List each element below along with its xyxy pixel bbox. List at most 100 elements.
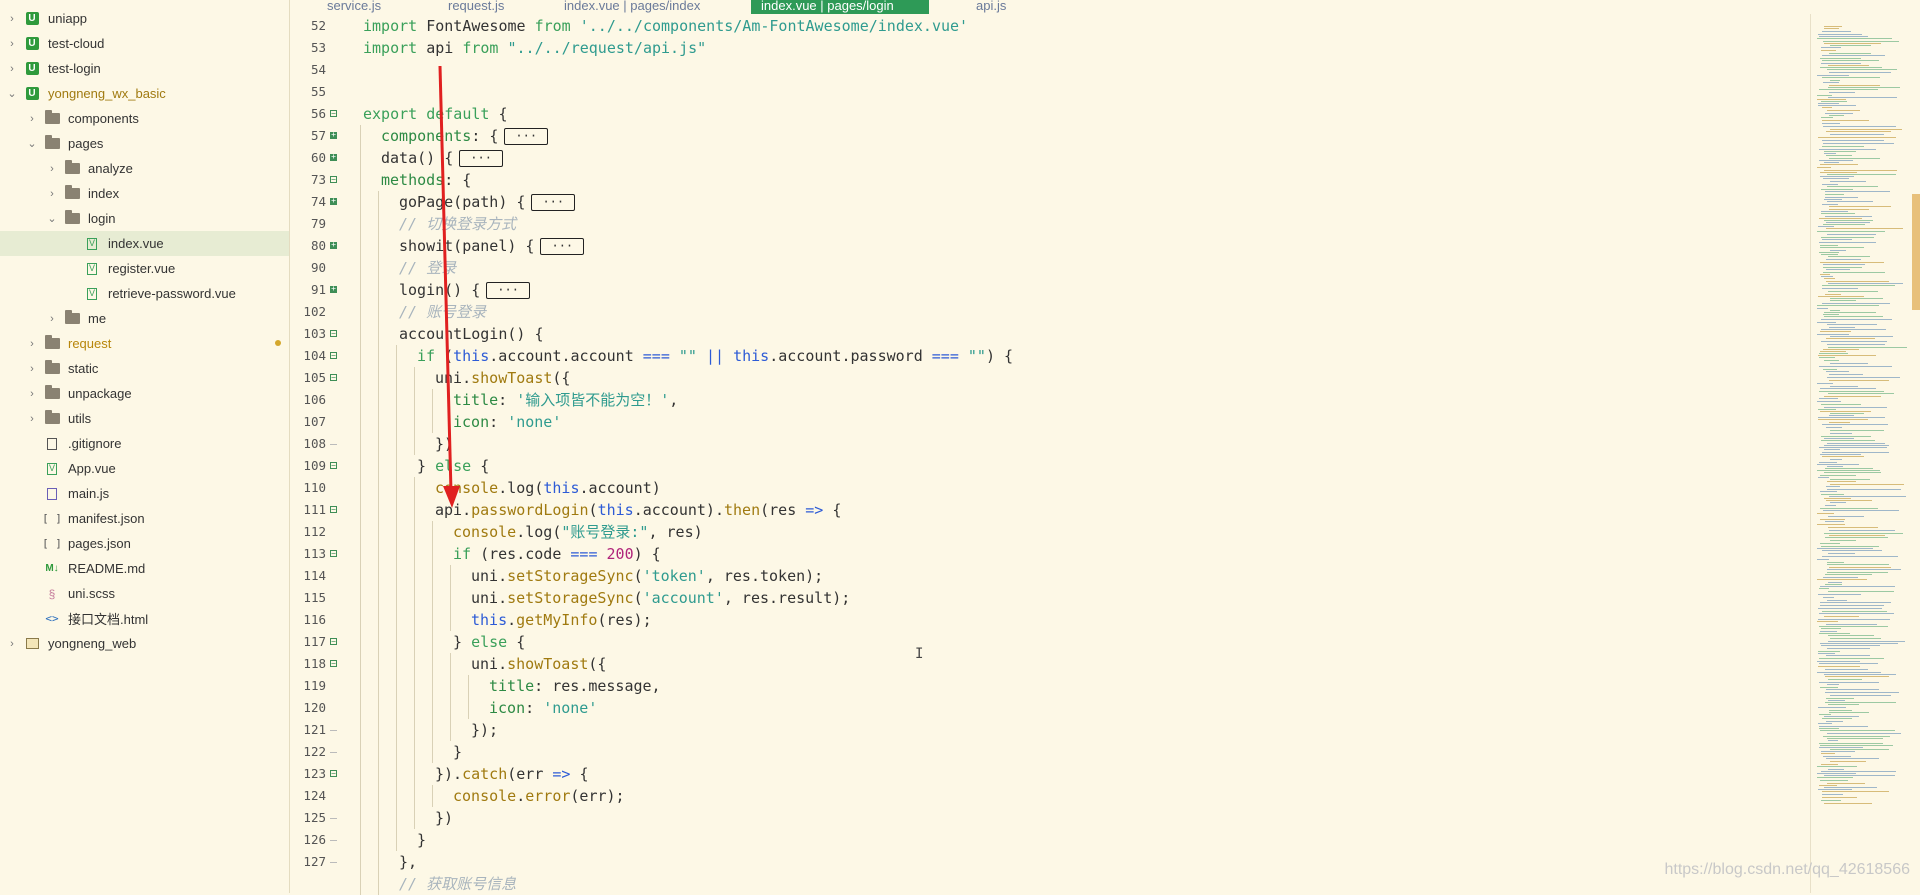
- code-line[interactable]: 74 + goPage(path) {···: [290, 191, 1790, 213]
- code-line[interactable]: 56− export default {: [290, 103, 1790, 125]
- tree-item[interactable]: ›<>接口文档.html: [0, 606, 289, 631]
- code-line[interactable]: 54: [290, 59, 1790, 81]
- fold-collapse-icon[interactable]: −: [330, 506, 337, 514]
- editor-tab[interactable]: request.js: [448, 0, 504, 14]
- tree-item[interactable]: › components: [0, 106, 289, 131]
- chevron-right-icon[interactable]: ›: [46, 313, 58, 325]
- chevron-right-icon[interactable]: ›: [26, 338, 38, 350]
- chevron-right-icon[interactable]: ›: [6, 38, 18, 50]
- code-line[interactable]: 119 title: res.message,: [290, 675, 1790, 697]
- tree-item[interactable]: › index: [0, 181, 289, 206]
- tree-item[interactable]: ⌄ pages: [0, 131, 289, 156]
- code-line[interactable]: 60 + data() {···: [290, 147, 1790, 169]
- tree-item[interactable]: ›VApp.vue: [0, 456, 289, 481]
- tree-item[interactable]: ›main.js: [0, 481, 289, 506]
- fold-expand-icon[interactable]: +: [330, 197, 337, 205]
- tree-item[interactable]: › unpackage: [0, 381, 289, 406]
- fold-expand-icon[interactable]: +: [330, 131, 337, 139]
- code-line[interactable]: 112 console.log("账号登录:", res): [290, 521, 1790, 543]
- code-line[interactable]: 53 import api from "../../request/api.js": [290, 37, 1790, 59]
- code-line[interactable]: 91 + login() {···: [290, 279, 1790, 301]
- code-line[interactable]: 121});: [290, 719, 1790, 741]
- tree-item[interactable]: ›M↓README.md: [0, 556, 289, 581]
- code-line[interactable]: 110 console.log(this.account): [290, 477, 1790, 499]
- fold-collapse-icon[interactable]: −: [330, 550, 337, 558]
- code-line[interactable]: 102 // 账号登录: [290, 301, 1790, 323]
- chevron-right-icon[interactable]: ›: [6, 63, 18, 75]
- code-line[interactable]: 79 // 切换登录方式: [290, 213, 1790, 235]
- chevron-right-icon[interactable]: ›: [26, 413, 38, 425]
- chevron-right-icon[interactable]: ›: [26, 363, 38, 375]
- code-line[interactable]: 115 uni.setStorageSync('account', res.res…: [290, 587, 1790, 609]
- tree-item[interactable]: ⌄ login: [0, 206, 289, 231]
- tree-item[interactable]: › request: [0, 331, 289, 356]
- code-line[interactable]: 103− accountLogin() {: [290, 323, 1790, 345]
- editor-tab[interactable]: service.js: [327, 0, 381, 14]
- tree-item[interactable]: ›[ ]pages.json: [0, 531, 289, 556]
- editor-tab[interactable]: index.vue | pages/index: [564, 0, 700, 14]
- tree-item[interactable]: › me: [0, 306, 289, 331]
- code-line[interactable]: 105− uni.showToast({: [290, 367, 1790, 389]
- code-editor[interactable]: 52 import FontAwesome from '../../compone…: [290, 14, 1810, 895]
- chevron-right-icon[interactable]: ›: [6, 13, 18, 25]
- chevron-right-icon[interactable]: ›: [26, 113, 38, 125]
- tree-item[interactable]: ›§uni.scss: [0, 581, 289, 606]
- code-line[interactable]: 122}: [290, 741, 1790, 763]
- code-line[interactable]: 117−} else {: [290, 631, 1790, 653]
- code-line[interactable]: 124 console.error(err);: [290, 785, 1790, 807]
- code-line[interactable]: 109−} else {: [290, 455, 1790, 477]
- chevron-down-icon[interactable]: ⌄: [26, 137, 38, 150]
- tree-item[interactable]: › Utest-login: [0, 56, 289, 81]
- editor-tab[interactable]: api.js: [976, 0, 1006, 14]
- code-line[interactable]: 125}): [290, 807, 1790, 829]
- code-line[interactable]: 104− if (this.account.account === "" || t…: [290, 345, 1790, 367]
- code-line[interactable]: 106 title: '输入项皆不能为空！',: [290, 389, 1790, 411]
- fold-collapse-icon[interactable]: −: [330, 176, 337, 184]
- fold-collapse-icon[interactable]: −: [330, 462, 337, 470]
- code-line[interactable]: 107 icon: 'none': [290, 411, 1790, 433]
- tree-item[interactable]: › Utest-cloud: [0, 31, 289, 56]
- fold-expand-icon[interactable]: +: [330, 153, 337, 161]
- fold-expand-icon[interactable]: +: [330, 241, 337, 249]
- minimap[interactable]: [1810, 14, 1920, 893]
- tree-item[interactable]: › yongneng_web: [0, 631, 289, 656]
- code-line[interactable]: 114 uni.setStorageSync('token', res.token…: [290, 565, 1790, 587]
- chevron-right-icon[interactable]: ›: [46, 163, 58, 175]
- chevron-down-icon[interactable]: ⌄: [46, 212, 58, 225]
- chevron-right-icon[interactable]: ›: [26, 388, 38, 400]
- editor-tab[interactable]: index.vue | pages/login: [751, 0, 929, 14]
- code-line[interactable]: 118− uni.showToast({: [290, 653, 1790, 675]
- fold-collapse-icon[interactable]: −: [330, 110, 337, 118]
- tree-item[interactable]: › static: [0, 356, 289, 381]
- tree-item[interactable]: ›Vregister.vue: [0, 256, 289, 281]
- tree-item[interactable]: ›Vretrieve-password.vue: [0, 281, 289, 306]
- chevron-right-icon[interactable]: ›: [46, 188, 58, 200]
- chevron-down-icon[interactable]: ⌄: [6, 87, 18, 100]
- code-line[interactable]: 127},: [290, 851, 1790, 873]
- code-line[interactable]: 108}): [290, 433, 1790, 455]
- fold-collapse-icon[interactable]: −: [330, 660, 337, 668]
- tree-item[interactable]: › utils: [0, 406, 289, 431]
- fold-collapse-icon[interactable]: −: [330, 352, 337, 360]
- tree-item[interactable]: ›.gitignore: [0, 431, 289, 456]
- chevron-right-icon[interactable]: ›: [6, 638, 18, 650]
- code-line[interactable]: 52 import FontAwesome from '../../compone…: [290, 15, 1790, 37]
- code-line[interactable]: 73− methods: {: [290, 169, 1790, 191]
- tree-item[interactable]: ⌄ Uyongneng_wx_basic: [0, 81, 289, 106]
- code-line[interactable]: 57 + components: {···: [290, 125, 1790, 147]
- code-line[interactable]: 126}: [290, 829, 1790, 851]
- fold-collapse-icon[interactable]: −: [330, 374, 337, 382]
- code-line[interactable]: 111− api.passwordLogin(this.account).then…: [290, 499, 1790, 521]
- code-line[interactable]: 113− if (res.code === 200) {: [290, 543, 1790, 565]
- code-line[interactable]: // 获取账号信息: [290, 873, 1790, 895]
- code-line[interactable]: 116 this.getMyInfo(res);: [290, 609, 1790, 631]
- fold-collapse-icon[interactable]: −: [330, 770, 337, 778]
- tree-item[interactable]: ›[ ]manifest.json: [0, 506, 289, 531]
- tree-item[interactable]: ›Vindex.vue: [0, 231, 289, 256]
- tree-item[interactable]: › Uuniapp: [0, 6, 289, 31]
- tree-item[interactable]: › analyze: [0, 156, 289, 181]
- code-line[interactable]: 120 icon: 'none': [290, 697, 1790, 719]
- fold-expand-icon[interactable]: +: [330, 285, 337, 293]
- scrollbar-thumb[interactable]: [1912, 194, 1920, 310]
- fold-collapse-icon[interactable]: −: [330, 330, 337, 338]
